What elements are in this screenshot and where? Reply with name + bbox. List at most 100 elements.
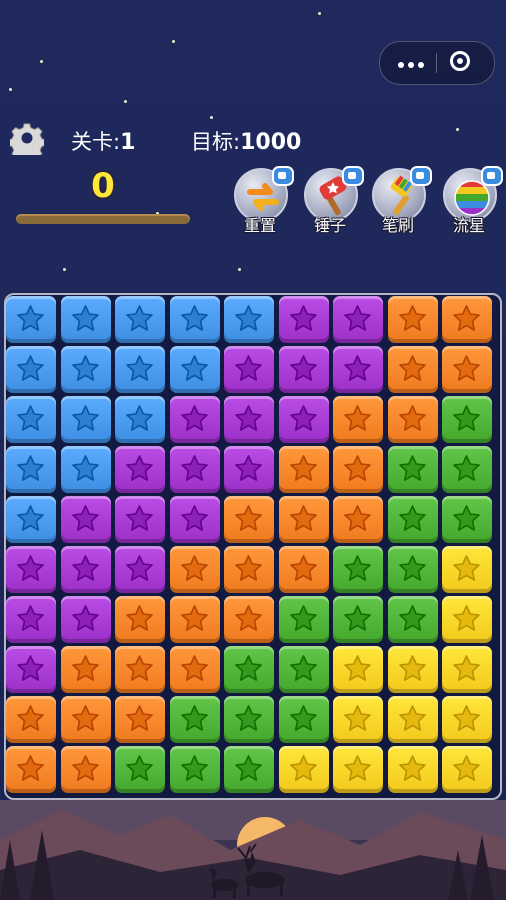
tile-blue[interactable] bbox=[6, 346, 56, 393]
tile-yellow[interactable] bbox=[333, 746, 383, 793]
star-icon bbox=[71, 605, 99, 631]
tile-orange[interactable] bbox=[387, 396, 438, 443]
tile-blue[interactable] bbox=[6, 296, 56, 343]
tile-yellow[interactable] bbox=[278, 746, 329, 793]
tile-orange[interactable] bbox=[60, 696, 111, 743]
tile-green[interactable] bbox=[442, 396, 492, 443]
tile-yellow[interactable] bbox=[387, 646, 438, 693]
star-icon bbox=[453, 305, 480, 331]
tile-orange[interactable] bbox=[169, 546, 220, 593]
tile-orange[interactable] bbox=[333, 496, 383, 543]
tile-purple[interactable] bbox=[278, 296, 329, 343]
tile-yellow[interactable] bbox=[442, 646, 492, 693]
tile-green[interactable] bbox=[169, 696, 220, 743]
tile-orange[interactable] bbox=[442, 296, 492, 343]
tile-orange[interactable] bbox=[169, 646, 220, 693]
tile-blue[interactable] bbox=[169, 296, 220, 343]
tile-blue[interactable] bbox=[6, 446, 56, 493]
tile-purple[interactable] bbox=[278, 396, 329, 443]
star-icon bbox=[71, 705, 99, 731]
tile-orange[interactable] bbox=[387, 296, 438, 343]
tile-green[interactable] bbox=[224, 746, 274, 793]
tile-purple[interactable] bbox=[278, 346, 329, 393]
gear-icon[interactable] bbox=[10, 121, 44, 155]
tile-purple[interactable] bbox=[224, 346, 274, 393]
tile-green[interactable] bbox=[387, 446, 438, 493]
tile-blue[interactable] bbox=[6, 396, 56, 443]
tile-blue[interactable] bbox=[60, 396, 111, 443]
tile-orange[interactable] bbox=[278, 546, 329, 593]
tile-purple[interactable] bbox=[169, 446, 220, 493]
tool-hammer-button[interactable]: 锤子 bbox=[304, 166, 364, 240]
tile-green[interactable] bbox=[333, 546, 383, 593]
tool-brush-button[interactable]: 笔刷 bbox=[372, 166, 432, 240]
tile-orange[interactable] bbox=[6, 696, 56, 743]
tile-orange[interactable] bbox=[115, 696, 165, 743]
tile-yellow[interactable] bbox=[387, 696, 438, 743]
tile-orange[interactable] bbox=[115, 596, 165, 643]
tile-green[interactable] bbox=[387, 496, 438, 543]
tile-orange[interactable] bbox=[224, 496, 274, 543]
tile-yellow[interactable] bbox=[442, 596, 492, 643]
tile-orange[interactable] bbox=[60, 746, 111, 793]
tile-orange[interactable] bbox=[60, 646, 111, 693]
tile-green[interactable] bbox=[278, 696, 329, 743]
tool-meteor-button[interactable]: 流星 bbox=[443, 166, 503, 240]
tile-purple[interactable] bbox=[60, 596, 111, 643]
tile-orange[interactable] bbox=[442, 346, 492, 393]
tile-green[interactable] bbox=[278, 596, 329, 643]
tile-blue[interactable] bbox=[60, 296, 111, 343]
tile-purple[interactable] bbox=[333, 296, 383, 343]
tile-green[interactable] bbox=[387, 596, 438, 643]
tile-orange[interactable] bbox=[6, 746, 56, 793]
tile-purple[interactable] bbox=[6, 646, 56, 693]
tile-yellow[interactable] bbox=[387, 746, 438, 793]
tile-green[interactable] bbox=[387, 546, 438, 593]
tile-green[interactable] bbox=[278, 646, 329, 693]
tile-orange[interactable] bbox=[278, 446, 329, 493]
tile-blue[interactable] bbox=[115, 396, 165, 443]
tile-yellow[interactable] bbox=[442, 696, 492, 743]
tile-green[interactable] bbox=[442, 496, 492, 543]
tile-blue[interactable] bbox=[60, 446, 111, 493]
tool-reset-button[interactable]: 重置 bbox=[234, 166, 294, 240]
tile-yellow[interactable] bbox=[333, 696, 383, 743]
tile-green[interactable] bbox=[333, 596, 383, 643]
tile-purple[interactable] bbox=[115, 496, 165, 543]
tile-purple[interactable] bbox=[224, 446, 274, 493]
tile-orange[interactable] bbox=[115, 646, 165, 693]
more-dots-icon[interactable] bbox=[398, 62, 424, 68]
tile-blue[interactable] bbox=[6, 496, 56, 543]
tile-purple[interactable] bbox=[6, 546, 56, 593]
tile-green[interactable] bbox=[442, 446, 492, 493]
tile-orange[interactable] bbox=[169, 596, 220, 643]
tile-purple[interactable] bbox=[115, 446, 165, 493]
tile-blue[interactable] bbox=[224, 296, 274, 343]
tile-purple[interactable] bbox=[60, 546, 111, 593]
tile-green[interactable] bbox=[169, 746, 220, 793]
tile-purple[interactable] bbox=[115, 546, 165, 593]
tile-purple[interactable] bbox=[169, 396, 220, 443]
tile-green[interactable] bbox=[224, 696, 274, 743]
tile-yellow[interactable] bbox=[333, 646, 383, 693]
tile-purple[interactable] bbox=[333, 346, 383, 393]
tile-orange[interactable] bbox=[224, 546, 274, 593]
tile-purple[interactable] bbox=[169, 496, 220, 543]
tile-orange[interactable] bbox=[333, 396, 383, 443]
tile-blue[interactable] bbox=[115, 296, 165, 343]
tile-blue[interactable] bbox=[60, 346, 111, 393]
tile-orange[interactable] bbox=[333, 446, 383, 493]
tile-yellow[interactable] bbox=[442, 546, 492, 593]
tile-blue[interactable] bbox=[115, 346, 165, 393]
tile-blue[interactable] bbox=[169, 346, 220, 393]
tile-purple[interactable] bbox=[224, 396, 274, 443]
target-circle-icon[interactable] bbox=[450, 51, 470, 71]
tile-purple[interactable] bbox=[60, 496, 111, 543]
tile-green[interactable] bbox=[115, 746, 165, 793]
tile-green[interactable] bbox=[224, 646, 274, 693]
tile-yellow[interactable] bbox=[442, 746, 492, 793]
tile-orange[interactable] bbox=[224, 596, 274, 643]
tile-orange[interactable] bbox=[387, 346, 438, 393]
tile-orange[interactable] bbox=[278, 496, 329, 543]
tile-purple[interactable] bbox=[6, 596, 56, 643]
